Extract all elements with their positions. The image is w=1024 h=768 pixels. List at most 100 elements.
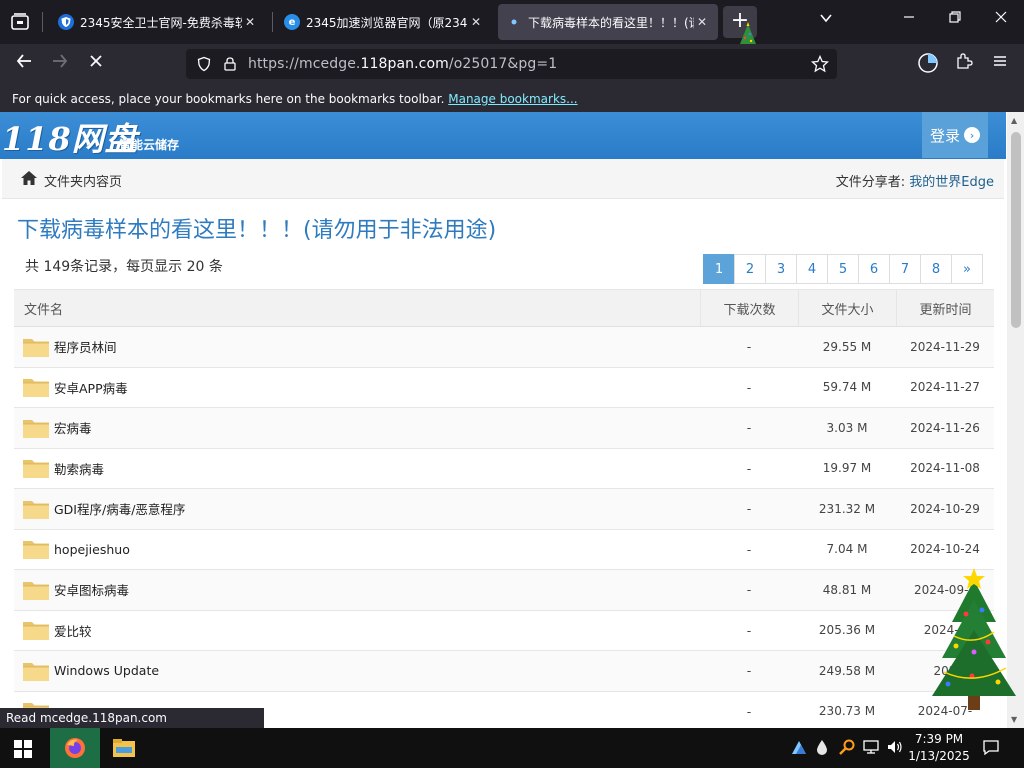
bookmark-star-icon[interactable]: [811, 55, 829, 73]
header-update-time[interactable]: 更新时间: [896, 290, 994, 326]
pagination-page-3[interactable]: 3: [765, 254, 797, 284]
file-size: 3.03 M: [826, 420, 868, 435]
pagination-page-5[interactable]: 5: [827, 254, 859, 284]
windows-logo-icon: [14, 740, 32, 758]
file-name-cell[interactable]: hopejieshuo: [14, 530, 700, 570]
url-path: /o25017&pg=1: [448, 56, 558, 72]
pagination-page-2[interactable]: 2: [734, 254, 766, 284]
close-tab-icon[interactable]: ✕: [468, 15, 484, 29]
table-row[interactable]: 程序员林间 - 29.55 M 2024-11-29: [14, 327, 994, 368]
file-name-cell[interactable]: 宏病毒: [14, 408, 700, 448]
sharer-name-link[interactable]: 我的世界Edge: [909, 175, 994, 190]
pagination-page-6[interactable]: 6: [858, 254, 890, 284]
taskbar-firefox[interactable]: [50, 728, 100, 768]
table-row[interactable]: hopejieshuo - 7.04 M 2024-10-24: [14, 530, 994, 570]
tab-2345-security[interactable]: 2345安全卫士官网-免费杀毒软件 ✕: [50, 4, 266, 40]
scrollbar-thumb[interactable]: [1011, 132, 1021, 328]
minimize-icon[interactable]: [902, 10, 916, 28]
folder-panel: 文件夹内容页 文件分享者: 我的世界Edge 下载病毒样本的看这里！！！(请勿用…: [2, 159, 1004, 728]
login-button[interactable]: 登录 ›: [922, 112, 988, 158]
file-name[interactable]: 勒索病毒: [54, 459, 104, 478]
close-tab-icon[interactable]: ✕: [694, 15, 710, 29]
taskbar-file-explorer[interactable]: [100, 728, 148, 768]
pagination-next-button[interactable]: »: [951, 254, 983, 284]
file-name-cell[interactable]: 爱比较: [14, 611, 700, 651]
table-row[interactable]: 爱比较 -205.36 M 2024-0: [14, 611, 994, 651]
file-size: 48.81 M: [822, 582, 872, 597]
breadcrumb-label: 文件夹内容页: [44, 175, 123, 190]
arrow-right-circle-icon: ›: [964, 127, 980, 143]
volume-icon[interactable]: [886, 738, 904, 760]
start-button[interactable]: [14, 740, 32, 761]
manage-bookmarks-link[interactable]: Manage bookmarks...: [448, 92, 577, 106]
restore-icon[interactable]: [948, 10, 962, 28]
file-name[interactable]: 安卓APP病毒: [54, 378, 128, 397]
table-row[interactable]: 勒索病毒 - 19.97 M 2024-11-08: [14, 449, 994, 489]
table-row[interactable]: Windows Update -249.58 M 202: [14, 651, 994, 692]
system-clock[interactable]: 7:39 PM 1/13/2025: [908, 731, 970, 765]
folder-icon: [22, 498, 50, 520]
pagination-page-4[interactable]: 4: [796, 254, 828, 284]
list-all-tabs-icon[interactable]: [818, 10, 834, 30]
header-file-name[interactable]: 文件名: [14, 290, 700, 326]
tab-virus-samples[interactable]: 下载病毒样本的看这里！！！(请 ✕: [498, 4, 718, 40]
pagination-page-8[interactable]: 8: [920, 254, 952, 284]
table-row[interactable]: 安卓图标病毒 -48.81 M 2024-09-2: [14, 570, 994, 611]
site-slogan: 智能云储存: [119, 138, 180, 152]
tab-title: 2345安全卫士官网-免费杀毒软件: [80, 15, 242, 30]
scroll-up-arrow-icon[interactable]: ▲: [1011, 116, 1017, 125]
stop-loading-button[interactable]: [84, 52, 108, 76]
file-size: 230.73 M: [818, 704, 876, 719]
pagination-page-1[interactable]: 1: [703, 254, 735, 284]
file-name[interactable]: 宏病毒: [54, 418, 92, 437]
table-row[interactable]: 宏病毒 - 3.03 M 2024-11-26: [14, 408, 994, 449]
address-bar[interactable]: https://mcedge.118pan.com/o25017&pg=1: [186, 49, 837, 79]
file-name-cell[interactable]: GDI程序/病毒/恶意程序: [14, 489, 700, 529]
download-count: -: [746, 339, 752, 355]
download-count: -: [746, 460, 752, 476]
file-name[interactable]: hopejieshuo: [54, 542, 130, 557]
url-text[interactable]: https://mcedge.118pan.com/o25017&pg=1: [248, 56, 557, 72]
file-name[interactable]: 安卓图标病毒: [54, 580, 129, 599]
folder-icon: [22, 660, 50, 682]
download-count: -: [746, 582, 752, 598]
site-logo[interactable]: 118网盘: [2, 114, 138, 160]
table-row[interactable]: GDI程序/病毒/恶意程序 - 231.32 M 2024-10-29: [14, 489, 994, 530]
folder-icon: [22, 336, 50, 358]
file-name-cell[interactable]: Windows Update: [14, 651, 700, 691]
navigation-toolbar: https://mcedge.118pan.com/o25017&pg=1: [0, 44, 1024, 84]
header-file-size[interactable]: 文件大小: [798, 290, 896, 326]
file-name-cell[interactable]: 勒索病毒: [14, 449, 700, 489]
droplet-icon[interactable]: [815, 738, 829, 760]
lock-icon[interactable]: [222, 56, 238, 72]
record-count: 共 149条记录，每页显示 20 条: [25, 259, 223, 275]
account-sync-icon: [918, 53, 938, 73]
app-menu-button[interactable]: [988, 52, 1012, 76]
home-icon[interactable]: [20, 170, 38, 186]
action-center-icon[interactable]: [982, 738, 1000, 760]
search-key-icon[interactable]: [838, 738, 856, 760]
file-name-cell[interactable]: 安卓图标病毒: [14, 570, 700, 610]
network-icon[interactable]: [862, 738, 880, 760]
pagination-page-7[interactable]: 7: [889, 254, 921, 284]
file-name-cell[interactable]: 程序员林间: [14, 327, 700, 367]
tab-2345-browser[interactable]: e 2345加速浏览器官网（原2345王 ✕: [276, 4, 492, 40]
close-tab-icon[interactable]: ✕: [242, 15, 258, 29]
file-name[interactable]: 爱比较: [54, 621, 92, 640]
file-name-cell[interactable]: 安卓APP病毒: [14, 368, 700, 408]
system-tray-app-icon[interactable]: [790, 738, 808, 760]
back-button[interactable]: [12, 52, 36, 76]
url-domain: 118pan.com: [360, 56, 449, 72]
file-name[interactable]: GDI程序/病毒/恶意程序: [54, 499, 185, 518]
firefox-account-button[interactable]: [916, 52, 940, 76]
table-row[interactable]: 安卓APP病毒 - 59.74 M 2024-11-27: [14, 368, 994, 408]
firefox-view-button[interactable]: [8, 10, 32, 34]
tracking-protection-shield-icon[interactable]: [196, 56, 212, 72]
forward-button[interactable]: [48, 52, 72, 76]
header-downloads[interactable]: 下载次数: [700, 290, 798, 326]
update-date: 2024-11-26: [910, 420, 980, 435]
close-window-icon[interactable]: [994, 10, 1008, 28]
file-name[interactable]: 程序员林间: [54, 337, 117, 356]
file-name[interactable]: Windows Update: [54, 663, 159, 678]
extensions-button[interactable]: [952, 52, 976, 76]
